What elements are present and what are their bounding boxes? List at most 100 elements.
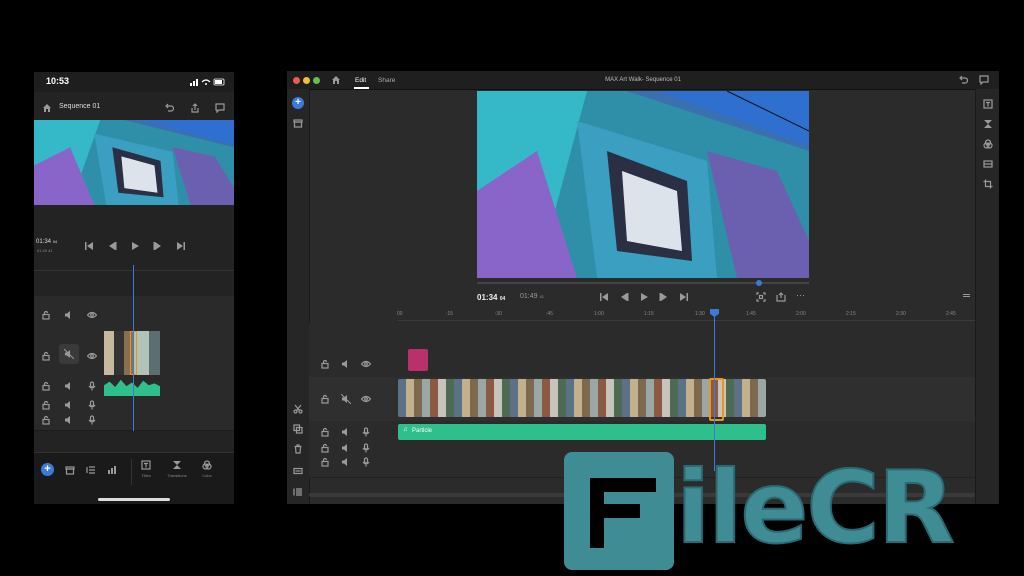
timeline-playhead[interactable] (714, 311, 715, 471)
audio-adjust-icon[interactable] (983, 159, 993, 169)
duration-timecode: 01:49 41 (520, 293, 544, 300)
selected-clip-outline[interactable] (709, 378, 724, 421)
volume-icon[interactable] (64, 381, 74, 391)
play-icon[interactable] (639, 292, 649, 302)
volume-icon[interactable] (64, 415, 74, 425)
duplicate-icon[interactable] (293, 424, 303, 434)
volume-icon[interactable] (64, 310, 74, 320)
preview-frame-image (477, 91, 809, 278)
lock-icon[interactable] (41, 381, 51, 391)
titles-label: Titles (141, 473, 151, 478)
home-icon[interactable] (42, 103, 52, 113)
lock-icon[interactable] (320, 427, 330, 437)
phone-track-video (34, 331, 234, 379)
share-icon[interactable] (190, 103, 200, 113)
fit-screen-icon[interactable] (756, 292, 766, 302)
scissors-icon[interactable] (293, 404, 303, 414)
video-track (309, 377, 975, 422)
title-clip[interactable] (408, 349, 428, 371)
lock-icon[interactable] (41, 415, 51, 425)
step-back-icon[interactable] (619, 292, 629, 302)
volume-icon[interactable] (341, 457, 351, 467)
ruler-tick: 1:00 (594, 311, 604, 317)
lock-icon[interactable] (41, 351, 51, 361)
ruler-tick: :30 (495, 311, 502, 317)
volume-icon[interactable] (64, 400, 74, 410)
ruler-tick: 00 (397, 311, 403, 317)
export-frame-icon[interactable] (776, 292, 786, 302)
mute-icon[interactable] (64, 349, 74, 359)
phone-status-bar: 10:53 (34, 72, 234, 92)
phone-header: Sequence 01 (34, 98, 234, 118)
lock-icon[interactable] (41, 400, 51, 410)
play-icon[interactable] (130, 241, 140, 251)
desktop-app-window: Edit Share MAX Art Walk- Sequence 01 + 0… (287, 71, 999, 504)
scrubber-handle[interactable] (756, 280, 762, 286)
bars-icon[interactable] (107, 465, 117, 475)
phone-audio-clip[interactable] (104, 379, 160, 396)
volume-icon[interactable] (341, 359, 351, 369)
microphone-icon[interactable] (87, 400, 97, 410)
delete-icon[interactable] (293, 444, 303, 454)
lock-icon[interactable] (41, 310, 51, 320)
lock-icon[interactable] (320, 457, 330, 467)
transitions-icon[interactable] (172, 460, 182, 470)
music-note-icon: ♫ (403, 427, 408, 433)
lock-icon[interactable] (320, 359, 330, 369)
eye-icon[interactable] (361, 394, 371, 404)
more-options-icon[interactable]: ··· (796, 290, 805, 300)
color-icon[interactable] (983, 139, 993, 149)
eye-icon[interactable] (87, 310, 97, 320)
phone-app-window: 10:53 Sequence 01 01:34 04 01:49 41 + Ti… (34, 72, 234, 504)
add-media-button[interactable]: + (292, 97, 304, 109)
eye-icon[interactable] (361, 359, 371, 369)
lock-icon[interactable] (320, 394, 330, 404)
audio-clip[interactable]: ♫ Particle (398, 424, 766, 440)
microphone-icon[interactable] (361, 427, 371, 437)
volume-icon[interactable] (341, 443, 351, 453)
add-media-button[interactable]: + (41, 463, 54, 476)
mute-icon[interactable] (341, 394, 351, 404)
transitions-icon[interactable] (983, 119, 993, 129)
volume-icon[interactable] (341, 427, 351, 437)
eye-icon[interactable] (87, 351, 97, 361)
watermark-logo-block (564, 452, 674, 570)
left-toolbar: + (287, 89, 310, 504)
lock-icon[interactable] (320, 443, 330, 453)
skip-end-icon[interactable] (176, 241, 186, 251)
keyboard-icon[interactable] (293, 466, 303, 476)
phone-playhead[interactable] (133, 265, 134, 431)
microphone-icon[interactable] (361, 443, 371, 453)
ruler-tick: 1:15 (644, 311, 654, 317)
titles-icon[interactable] (141, 460, 151, 470)
undo-icon[interactable] (958, 75, 968, 85)
ruler-tick: 1:45 (746, 311, 756, 317)
undo-icon[interactable] (164, 103, 174, 113)
comment-icon[interactable] (215, 103, 225, 113)
media-bin-icon[interactable] (293, 118, 303, 128)
media-bin-icon[interactable] (65, 465, 75, 475)
color-label: Color (202, 473, 212, 478)
skip-end-icon[interactable] (679, 292, 689, 302)
step-forward-icon[interactable] (659, 292, 669, 302)
menu-icon[interactable] (963, 294, 970, 295)
phone-track-audio (34, 378, 234, 431)
track-list-icon[interactable] (293, 487, 303, 497)
skip-start-icon[interactable] (84, 241, 94, 251)
audio-clip-label: Particle (412, 428, 433, 434)
crop-icon[interactable] (983, 179, 993, 189)
step-back-icon[interactable] (107, 241, 117, 251)
microphone-icon[interactable] (87, 415, 97, 425)
list-icon[interactable] (86, 465, 96, 475)
skip-start-icon[interactable] (599, 292, 609, 302)
current-timecode: 01:34 04 (477, 293, 506, 302)
phone-timeline-ruler[interactable] (34, 262, 234, 271)
step-forward-icon[interactable] (153, 241, 163, 251)
phone-transport-controls (82, 240, 192, 252)
microphone-icon[interactable] (87, 381, 97, 391)
timeline-ruler[interactable]: 00 :15 :30 :45 1:00 1:15 1:30 1:45 2:00 … (397, 309, 975, 321)
comment-icon[interactable] (979, 75, 989, 85)
titles-icon[interactable] (983, 99, 993, 109)
microphone-icon[interactable] (361, 457, 371, 467)
color-icon[interactable] (202, 460, 212, 470)
